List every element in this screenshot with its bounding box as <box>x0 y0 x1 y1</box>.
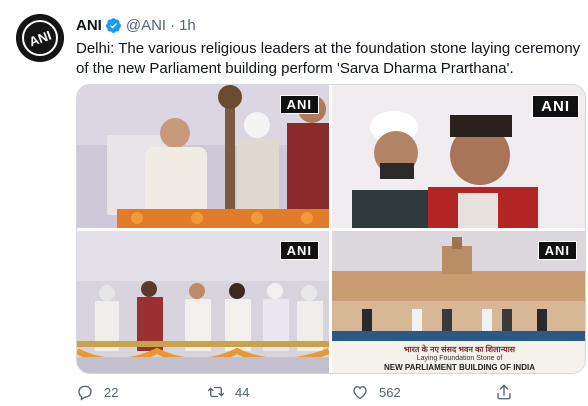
retweet-count: 44 <box>235 384 250 400</box>
retweet-button[interactable]: 44 <box>207 383 249 401</box>
photo-1[interactable]: ANI <box>77 85 329 228</box>
retweet-icon <box>207 386 225 398</box>
tweet-actions: 22 44 562 <box>76 382 586 402</box>
tweet-text: Delhi: The various religious leaders at … <box>76 40 581 77</box>
share-button[interactable] <box>495 383 513 401</box>
reply-count: 22 <box>104 384 119 400</box>
photo-2[interactable]: ANI <box>332 85 585 228</box>
ani-watermark: ANI <box>537 241 577 260</box>
ceremony-banner: भारत के नए संसद भवन का शिलान्यास Laying … <box>332 341 585 373</box>
media-grid: ANI ANI ANI ANI भारत के नए संसद भवन का श… <box>76 84 586 374</box>
ani-watermark: ANI <box>279 241 319 260</box>
tweet[interactable]: ANI ANI @ANI · 1h Delhi: The various rel… <box>0 0 588 406</box>
tweet-header: ANI @ANI · 1h <box>76 15 196 35</box>
heart-icon <box>353 386 367 400</box>
photo-4[interactable]: ANI भारत के नए संसद भवन का शिलान्यास Lay… <box>332 231 585 373</box>
ani-logo: ANI <box>16 14 64 62</box>
banner-hindi: भारत के नए संसद भवन का शिलान्यास <box>403 345 516 354</box>
reply-button[interactable]: 22 <box>76 383 118 401</box>
like-button[interactable]: 562 <box>351 383 401 401</box>
verified-icon <box>105 17 122 34</box>
banner-title: NEW PARLIAMENT BUILDING OF INDIA <box>384 363 535 372</box>
ani-watermark: ANI <box>532 95 579 118</box>
like-count: 562 <box>379 384 401 400</box>
photo-3[interactable]: ANI <box>77 231 329 373</box>
reply-icon <box>78 385 92 401</box>
author-name[interactable]: ANI <box>76 17 102 34</box>
separator: · <box>170 16 176 34</box>
author-handle[interactable]: @ANI <box>126 17 166 34</box>
ani-watermark: ANI <box>279 95 319 114</box>
avatar[interactable]: ANI <box>16 14 64 62</box>
share-icon <box>497 384 511 400</box>
banner-subtitle: Laying Foundation Stone of <box>416 355 503 362</box>
timestamp[interactable]: 1h <box>179 17 196 34</box>
